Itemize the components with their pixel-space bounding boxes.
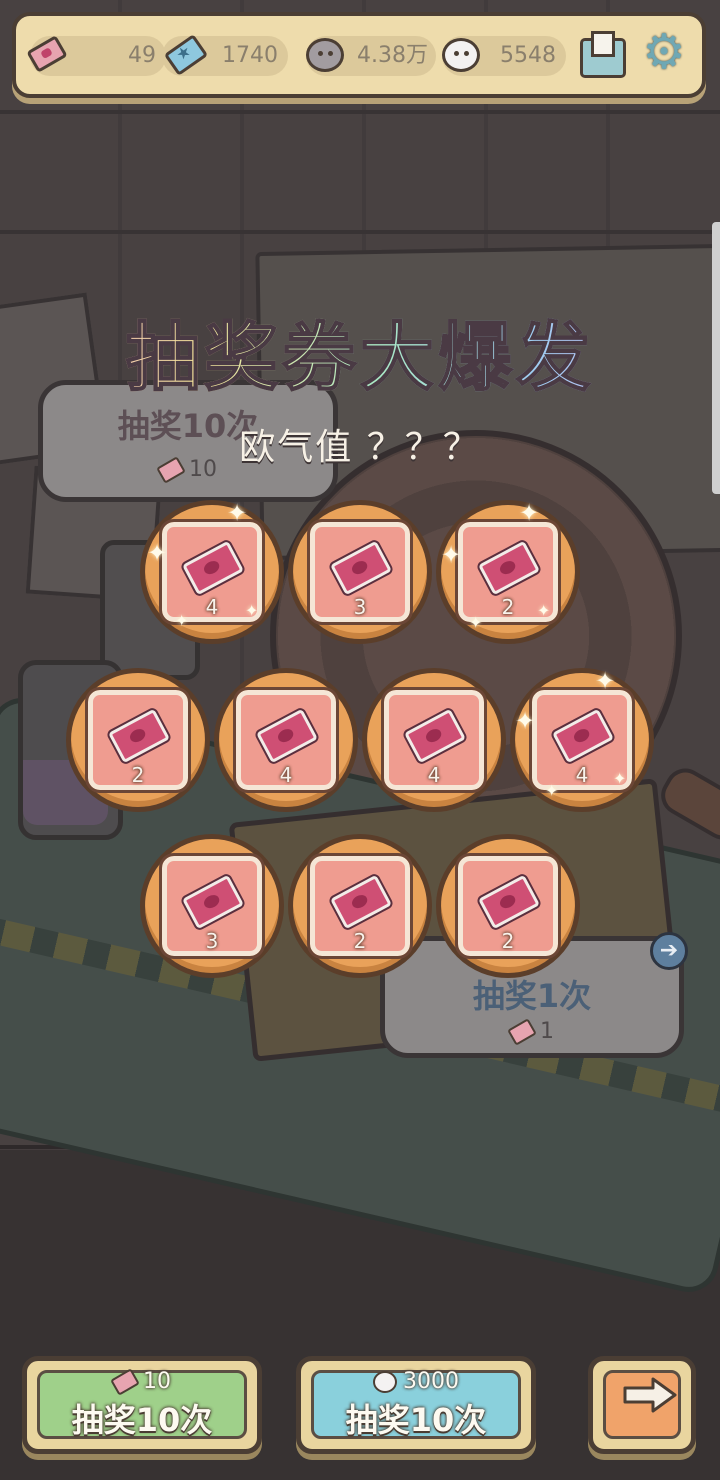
button-label: 抽奖10次 — [71, 1401, 213, 1439]
white-bubble-icon — [442, 38, 480, 72]
crystal-counter: 1740 — [162, 34, 288, 76]
ticket-icon — [108, 708, 170, 764]
ticket-icon — [26, 35, 68, 73]
ticket-icon — [404, 708, 466, 764]
button-cost: 3000 — [301, 1369, 531, 1394]
edge-handle[interactable] — [712, 222, 720, 494]
prize-count: 2 — [353, 929, 367, 953]
bg-panel-cost-value: 1 — [540, 1019, 554, 1044]
prize-item: 2 — [66, 668, 210, 812]
button-label: 抽奖10次 — [345, 1401, 487, 1439]
sparkle-icon: ✦ — [595, 667, 616, 695]
prize-count: 2 — [501, 595, 515, 619]
sparkle-icon: ✦ — [545, 781, 559, 800]
gray-bubble-icon — [306, 38, 344, 72]
prize-count: 2 — [131, 763, 145, 787]
ticket-count: 49 — [128, 43, 156, 68]
ticket-counter: 49 — [26, 35, 166, 76]
ticket-icon — [330, 540, 392, 596]
ticket-icon — [507, 1018, 537, 1046]
gear-icon[interactable]: ⚙ — [640, 28, 688, 76]
draw-10-bubbles-button[interactable]: 3000 抽奖10次 — [296, 1356, 536, 1454]
arrow-right-icon — [623, 1377, 677, 1413]
prize-count: 4 — [427, 763, 441, 787]
prize-item: 4 ✦ ✦ ✦ ✦ — [140, 500, 284, 644]
prize-item: 2 ✦ ✦ ✦ ✦ — [436, 500, 580, 644]
crystal-count: 1740 — [222, 43, 278, 68]
sparkle-icon: ✦ — [519, 499, 540, 527]
sparkle-icon: ✦ — [227, 499, 248, 527]
sparkle-icon: ✦ — [613, 769, 627, 788]
prize-item: 3 — [288, 500, 432, 644]
prize-count: 4 — [205, 595, 219, 619]
draw-10-tickets-button[interactable]: 10 抽奖10次 — [22, 1356, 262, 1454]
sparkle-icon: ✦ — [175, 611, 189, 630]
prize-item: 4 — [214, 668, 358, 812]
ticket-icon — [478, 874, 540, 930]
ticket-icon — [182, 540, 244, 596]
ticket-icon — [256, 708, 318, 764]
mail-icon[interactable] — [580, 31, 626, 78]
next-button[interactable] — [588, 1356, 696, 1454]
button-cost-value: 3000 — [403, 1369, 459, 1394]
resource-bar: 49 1740 4.38万 5548 ⚙ — [12, 12, 706, 98]
gray-bubble-counter: 4.38万 — [306, 36, 436, 76]
prize-item: 4 — [362, 668, 506, 812]
ticket-icon — [110, 1368, 140, 1396]
prize-item: 2 — [436, 834, 580, 978]
arrow-right-icon: ➔ — [650, 932, 688, 970]
prize-count: 3 — [353, 595, 367, 619]
prize-count: 2 — [501, 929, 515, 953]
ticket-icon — [478, 540, 540, 596]
crystal-icon — [163, 34, 209, 76]
bg-panel-label: 抽奖1次 — [472, 977, 592, 1015]
sparkle-icon: ✦ — [515, 707, 536, 735]
sparkle-icon: ✦ — [441, 541, 462, 569]
sparkle-icon: ✦ — [469, 613, 483, 632]
button-cost-value: 10 — [143, 1369, 171, 1394]
page-title: 抽奖券大爆发 — [0, 298, 720, 405]
prize-item: 3 — [140, 834, 284, 978]
gray-bubble-count: 4.38万 — [357, 43, 428, 68]
white-bubble-counter: 5548 — [442, 36, 566, 76]
prize-count: 4 — [575, 763, 589, 787]
ticket-icon — [182, 874, 244, 930]
sparkle-icon: ✦ — [147, 539, 168, 567]
white-bubble-icon — [373, 1371, 397, 1393]
prize-count: 4 — [279, 763, 293, 787]
luck-value: 欧气值 ？？？ — [239, 427, 481, 468]
white-bubble-count: 5548 — [500, 43, 556, 68]
bg-panel-cost: 1 — [385, 1018, 679, 1046]
prize-item: 2 — [288, 834, 432, 978]
button-cost: 10 — [27, 1368, 257, 1396]
ticket-icon — [330, 874, 392, 930]
prize-item: 4 ✦ ✦ ✦ ✦ — [510, 668, 654, 812]
sparkle-icon: ✦ — [537, 601, 551, 620]
sparkle-icon: ✦ — [245, 601, 259, 620]
ticket-icon — [552, 708, 614, 764]
prize-count: 3 — [205, 929, 219, 953]
